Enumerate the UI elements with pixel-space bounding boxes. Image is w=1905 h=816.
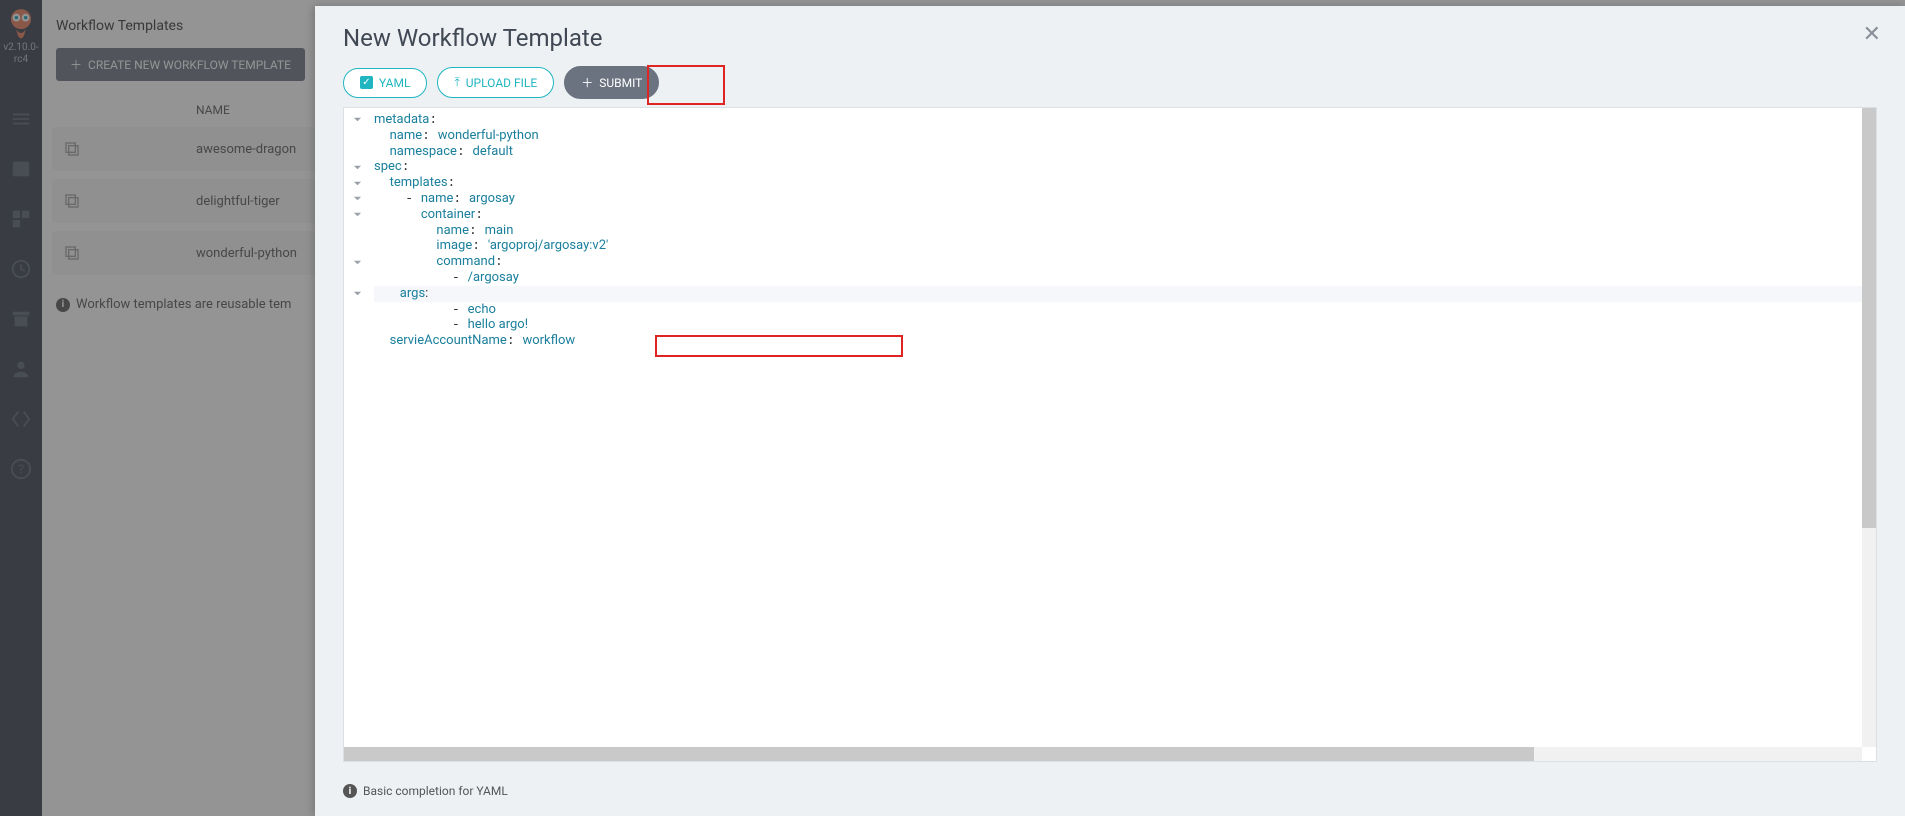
upload-icon: ⤒ — [454, 75, 459, 90]
close-icon[interactable]: ✕ — [1863, 22, 1881, 47]
new-template-modal: ✕ New Workflow Template ✓ YAML ⤒ UPLOAD … — [315, 6, 1905, 816]
info-icon: i — [343, 784, 357, 798]
yaml-code[interactable]: metadata: name: wonderful-python namespa… — [344, 108, 1876, 353]
modal-title: New Workflow Template — [343, 24, 1877, 52]
yaml-editor[interactable]: metadata: name: wonderful-python namespa… — [343, 107, 1877, 762]
check-icon: ✓ — [360, 76, 373, 89]
scrollbar-vertical[interactable] — [1862, 108, 1876, 747]
fold-gutter — [344, 112, 370, 349]
yaml-toggle-button[interactable]: ✓ YAML — [343, 68, 427, 98]
scrollbar-horizontal[interactable] — [344, 747, 1862, 761]
helper-text: i Basic completion for YAML — [315, 776, 1905, 816]
upload-file-button[interactable]: ⤒ UPLOAD FILE — [437, 67, 554, 98]
submit-button[interactable]: ＋ SUBMIT — [564, 66, 659, 99]
plus-icon: ＋ — [581, 74, 593, 91]
